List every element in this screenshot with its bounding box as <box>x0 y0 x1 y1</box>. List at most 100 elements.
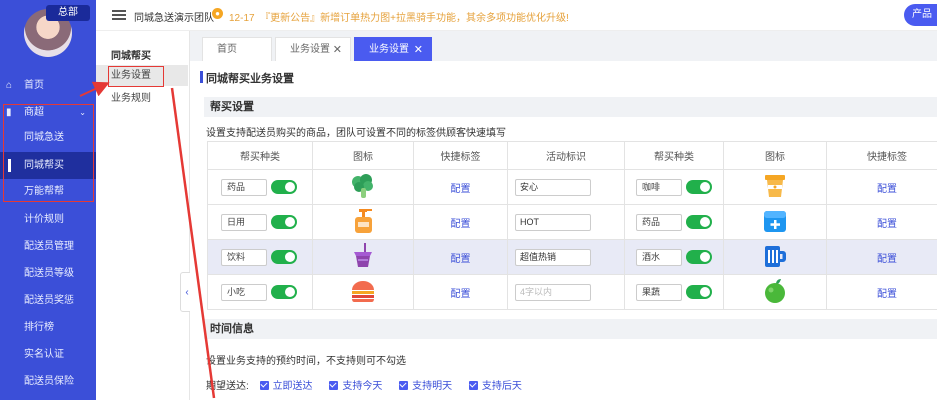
column-header: 帮买种类 <box>624 141 724 170</box>
tab-business-settings-active[interactable]: 业务设置 ✕ <box>354 37 432 61</box>
table-row: 日用 配置 HOT 药品 配置 <box>207 204 937 240</box>
column-header: 图标 <box>723 141 827 170</box>
sidebar-item-insurance[interactable]: 配送员保险 <box>0 368 96 395</box>
sub-nav-item-business-rules[interactable]: 业务规则 <box>96 88 188 109</box>
delivery-time-label: 期望送达: <box>206 381 249 392</box>
broccoli-icon[interactable] <box>350 173 376 199</box>
checkbox-checked-icon[interactable] <box>399 381 409 390</box>
table-header-row: 帮买种类 图标 快捷标签 活动标识 帮买种类 图标 快捷标签 <box>207 141 937 170</box>
configure-tags-link[interactable]: 配置 <box>877 219 897 230</box>
beer-mug-icon[interactable] <box>762 243 788 269</box>
sidebar-item-label: 实名认证 <box>24 349 64 360</box>
tab-home[interactable]: 首页 <box>202 37 272 61</box>
product-button[interactable]: 产品 <box>904 4 937 26</box>
page-title: 同城帮买业务设置 <box>200 70 294 86</box>
sidebar-item-label: 配送员管理 <box>24 241 74 252</box>
annotation-box-sidebar <box>3 104 94 202</box>
close-icon[interactable]: ✕ <box>333 38 342 62</box>
category-toggle[interactable] <box>686 180 712 194</box>
category-toggle[interactable] <box>271 285 297 299</box>
category-name-input[interactable]: 小吃 <box>221 284 267 301</box>
category-name-input[interactable]: 咖啡 <box>636 179 682 196</box>
delivery-time-options: 期望送达: 立即送达 支持今天 支持明天 支持后天 <box>206 377 522 392</box>
sidebar-item-label: 排行榜 <box>24 322 54 333</box>
sidebar-item-label: 配送员保险 <box>24 376 74 387</box>
notice-text[interactable]: 12-17 『更新公告』新增订单热力图+拉黑骑手功能，其余多项功能优化升级! <box>229 9 569 24</box>
configure-tags-link[interactable]: 配置 <box>451 289 471 300</box>
app-window: 总部 ⌂ 首页 ▮ 商超 ⌄ 同城急送 同城帮买 万能帮帮 计价规则 配送员管理… <box>0 0 937 400</box>
coffee-cup-icon[interactable] <box>762 173 788 199</box>
configure-tags-link[interactable]: 配置 <box>451 254 471 265</box>
category-toggle[interactable] <box>686 215 712 229</box>
annotation-box-subnav <box>108 66 164 87</box>
option-tomorrow[interactable]: 支持明天 <box>412 381 452 392</box>
sidebar-item-label: 计价规则 <box>24 214 64 225</box>
section-description: 设置业务支持的预约时间，不支持则可不勾选 <box>206 356 406 367</box>
notice-icon: ● <box>212 8 223 19</box>
category-name-input[interactable]: 日用 <box>221 214 267 231</box>
table-row: 小吃 配置 4字以内 果蔬 配置 <box>207 274 937 310</box>
category-table: 帮买种类 图标 快捷标签 活动标识 帮买种类 图标 快捷标签 药品 配置 安心 <box>207 141 937 310</box>
checkbox-checked-icon[interactable] <box>259 381 269 390</box>
category-toggle[interactable] <box>271 215 297 229</box>
section-title-time-info: 时间信息 <box>204 319 937 339</box>
category-name-input[interactable]: 酒水 <box>636 249 682 266</box>
org-badge: 总部 <box>46 5 90 21</box>
top-bar: 同城急送演示团队 ● 12-17 『更新公告』新增订单热力图+拉黑骑手功能，其余… <box>96 0 937 31</box>
option-today[interactable]: 支持今天 <box>342 381 382 392</box>
sidebar-item-courier-management[interactable]: 配送员管理 <box>0 233 96 260</box>
sidebar-item-leaderboard[interactable]: 排行榜 <box>0 314 96 341</box>
category-toggle[interactable] <box>271 180 297 194</box>
column-header: 帮买种类 <box>207 141 313 170</box>
chevron-left-icon: ‹ <box>185 287 189 298</box>
category-toggle[interactable] <box>686 250 712 264</box>
medicine-box-icon[interactable] <box>762 208 788 234</box>
burger-icon[interactable] <box>350 278 376 304</box>
sidebar-item-verification[interactable]: 实名认证 <box>0 341 96 368</box>
apple-icon[interactable] <box>762 278 788 304</box>
sidebar-item-label: 配送员等级 <box>24 268 74 279</box>
team-name: 同城急送演示团队 <box>134 13 214 24</box>
category-name-input[interactable]: 药品 <box>221 179 267 196</box>
menu-fold-icon[interactable] <box>112 8 126 20</box>
configure-tags-link[interactable]: 配置 <box>877 289 897 300</box>
section-title-buy-settings: 帮买设置 <box>204 97 937 117</box>
sidebar-item-label: 配送员奖惩 <box>24 295 74 306</box>
pump-bottle-icon[interactable] <box>350 208 376 234</box>
activity-tag-input[interactable]: 超值热销 <box>515 249 591 266</box>
sidebar-item-home[interactable]: ⌂ 首页 <box>0 72 96 99</box>
column-header: 图标 <box>312 141 414 170</box>
close-icon[interactable]: ✕ <box>414 38 423 62</box>
configure-tags-link[interactable]: 配置 <box>451 184 471 195</box>
activity-tag-input[interactable]: 安心 <box>515 179 591 196</box>
category-toggle[interactable] <box>686 285 712 299</box>
home-icon: ⌂ <box>6 80 13 91</box>
section-description: 设置支持配送员购买的商品，团队可设置不同的标签供顾客快速填写 <box>206 128 506 139</box>
table-row: 饮料 配置 超值热销 酒水 配置 <box>207 239 937 275</box>
main-content: 同城帮买业务设置 帮买设置 设置支持配送员购买的商品，团队可设置不同的标签供顾客… <box>190 61 937 400</box>
tab-business-settings[interactable]: 业务设置 ✕ <box>275 37 351 61</box>
category-name-input[interactable]: 药品 <box>636 214 682 231</box>
drink-cup-icon[interactable] <box>350 242 376 269</box>
category-name-input[interactable]: 饮料 <box>221 249 267 266</box>
sidebar-item-pricing-rules[interactable]: 计价规则 <box>0 206 96 233</box>
activity-tag-input[interactable]: HOT <box>515 214 591 231</box>
table-row: 药品 配置 安心 咖啡 配置 <box>207 169 937 205</box>
configure-tags-link[interactable]: 配置 <box>877 254 897 265</box>
sidebar-item-label: 首页 <box>24 80 44 91</box>
checkbox-checked-icon[interactable] <box>329 381 339 390</box>
configure-tags-link[interactable]: 配置 <box>877 184 897 195</box>
tab-bar: 首页 业务设置 ✕ 业务设置 ✕ <box>190 31 937 61</box>
column-header: 快捷标签 <box>413 141 508 170</box>
option-day-after[interactable]: 支持后天 <box>482 381 522 392</box>
activity-tag-input[interactable]: 4字以内 <box>515 284 591 301</box>
sub-nav-title: 同城帮买 <box>111 51 151 62</box>
category-name-input[interactable]: 果蔬 <box>636 284 682 301</box>
configure-tags-link[interactable]: 配置 <box>451 219 471 230</box>
option-immediate[interactable]: 立即送达 <box>273 381 313 392</box>
column-header: 活动标识 <box>507 141 625 170</box>
sidebar-item-courier-rewards[interactable]: 配送员奖惩 <box>0 287 96 314</box>
checkbox-checked-icon[interactable] <box>468 381 478 390</box>
sidebar-item-courier-level[interactable]: 配送员等级 <box>0 260 96 287</box>
category-toggle[interactable] <box>271 250 297 264</box>
